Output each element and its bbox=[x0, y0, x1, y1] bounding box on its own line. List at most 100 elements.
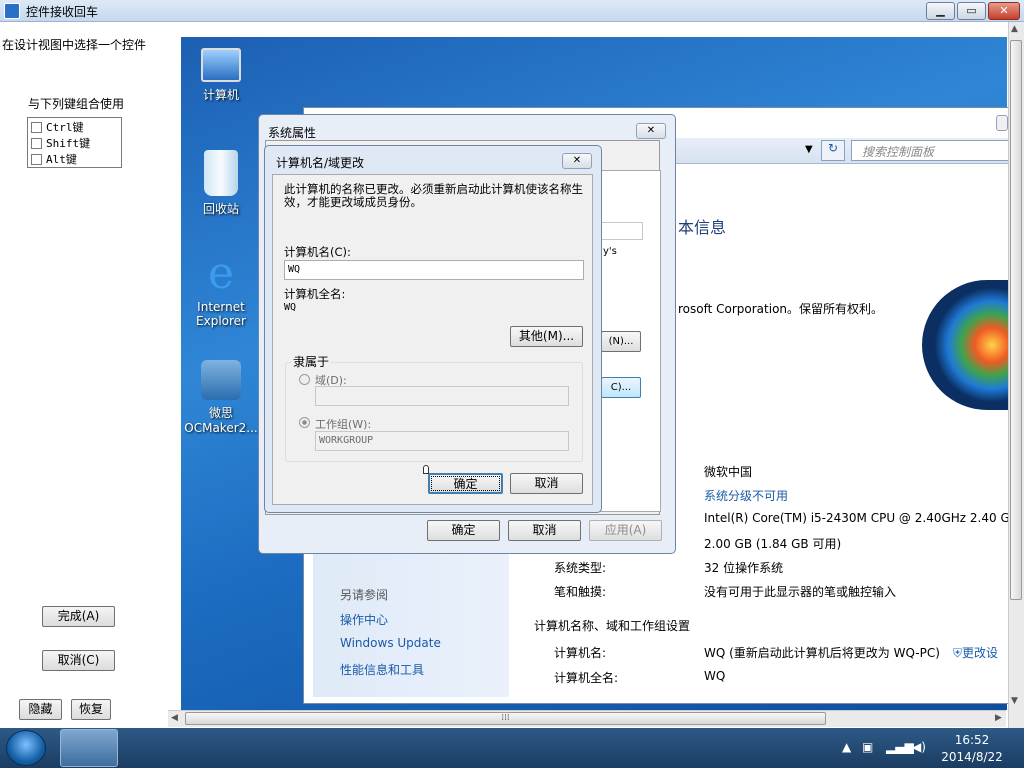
cn-close-icon[interactable]: ✕ bbox=[562, 153, 592, 169]
shift-label: Shift键 bbox=[46, 137, 91, 150]
cn-cancel-button[interactable]: 取消 bbox=[510, 473, 583, 494]
sys-cancel-button[interactable]: 取消 bbox=[508, 520, 581, 541]
full-computer-name-value: WQ bbox=[284, 302, 297, 313]
clock-date[interactable]: 2014/8/22 bbox=[936, 750, 1008, 764]
refresh-icon[interactable]: ↻ bbox=[821, 140, 845, 161]
system-type-value: 32 位操作系统 bbox=[704, 561, 784, 575]
scroll-right-icon[interactable]: ▶ bbox=[995, 713, 1002, 723]
window-title: 控件接收回车 bbox=[26, 5, 99, 19]
sys-change-button[interactable]: C)... bbox=[601, 377, 641, 398]
processor-value: Intel(R) Core(TM) i5-2430M CPU @ 2.40GHz… bbox=[704, 511, 1010, 525]
scroll-left-icon[interactable]: ◀ bbox=[171, 713, 178, 723]
link-action-center[interactable]: 操作中心 bbox=[340, 611, 388, 628]
shield-icon: ⛨ bbox=[953, 646, 963, 660]
rating-link[interactable]: 系统分级不可用 bbox=[704, 487, 788, 504]
domain-radio[interactable] bbox=[299, 374, 310, 385]
member-of-label: 隶属于 bbox=[291, 353, 332, 370]
full-computer-name-label: 计算机全名: bbox=[284, 287, 346, 301]
memory-value: 2.00 GB (1.84 GB 可用) bbox=[704, 537, 842, 551]
desktop-icon-ie[interactable]: e Internet Explorer bbox=[181, 248, 261, 329]
desktop-icon-recycle-bin[interactable]: 回收站 bbox=[181, 150, 261, 217]
desktop-icon-computer[interactable]: 计算机 bbox=[181, 48, 261, 103]
internet-explorer-icon: e bbox=[207, 248, 235, 299]
done-button[interactable]: 完成(A) bbox=[42, 606, 115, 627]
desktop-icon-label: Internet Explorer bbox=[196, 300, 246, 328]
computer-name-label: 计算机名: bbox=[554, 646, 607, 660]
sys-apply-button[interactable]: 应用(A) bbox=[589, 520, 662, 541]
cn-ok-button[interactable]: 确定 bbox=[428, 473, 503, 494]
clock-time[interactable]: 16:52 bbox=[944, 733, 1000, 747]
cp-heading: 本信息 bbox=[678, 218, 727, 237]
section-heading: 计算机名称、域和工作组设置 bbox=[534, 619, 691, 633]
cancel-button[interactable]: 取消(C) bbox=[42, 650, 115, 671]
recycle-bin-icon bbox=[204, 150, 238, 196]
computer-name-dialog-title: 计算机名/域更改 bbox=[276, 156, 365, 170]
computer-name-value: WQ (重新启动此计算机后将更改为 WQ-PC) bbox=[704, 646, 940, 660]
scroll-up-icon[interactable]: ▲ bbox=[1011, 24, 1018, 34]
tray-device-icon[interactable]: ▣ bbox=[862, 740, 873, 754]
sys-desc-field[interactable] bbox=[601, 222, 643, 240]
start-button[interactable] bbox=[6, 730, 46, 766]
sys-frag-text: y's bbox=[603, 246, 617, 257]
more-button[interactable]: 其他(M)... bbox=[510, 326, 583, 347]
hide-button[interactable]: 隐藏 bbox=[19, 699, 62, 720]
link-performance[interactable]: 性能信息和工具 bbox=[340, 661, 424, 678]
vscroll-thumb[interactable] bbox=[1010, 40, 1022, 600]
desktop-icon-label: 微思 OCMaker2... bbox=[184, 406, 258, 435]
window-titlebar bbox=[0, 0, 1024, 22]
copyright-text: rosoft Corporation。保留所有权利。 bbox=[678, 302, 884, 316]
restart-notice: 此计算机的名称已更改。必须重新启动此计算机使该名称生效，才能更改域成员身份。 bbox=[284, 182, 583, 209]
desktop-icon-ocmaker[interactable]: 微思 OCMaker2... bbox=[181, 360, 261, 435]
sys-network-id-button[interactable]: (N)... bbox=[601, 331, 641, 352]
sys-ok-button[interactable]: 确定 bbox=[427, 520, 500, 541]
workgroup-label: 工作组(W): bbox=[315, 418, 372, 431]
lock-icon bbox=[423, 465, 429, 474]
desktop-icon-label: 回收站 bbox=[202, 202, 239, 216]
alt-label: Alt键 bbox=[46, 153, 77, 166]
alt-option[interactable]: Alt键 bbox=[31, 151, 77, 167]
maximize-button[interactable]: ▭ bbox=[957, 2, 986, 20]
change-settings-label: 更改设 bbox=[962, 646, 999, 660]
close-button[interactable]: ✕ bbox=[988, 2, 1020, 20]
network-icon[interactable]: ▂▄▆ bbox=[886, 740, 914, 754]
full-name-value: WQ bbox=[704, 669, 726, 683]
scroll-thumb[interactable]: ⁞⁞⁞ bbox=[185, 712, 826, 725]
change-settings-link[interactable]: ⛨更改设 bbox=[953, 644, 998, 661]
hint-text: 在设计视图中选择一个控件 bbox=[2, 38, 147, 52]
alt-checkbox[interactable] bbox=[31, 153, 42, 165]
see-also-label: 另请参阅 bbox=[340, 588, 389, 602]
tray-expand-icon[interactable]: ▲ bbox=[842, 740, 851, 754]
cp-close-button[interactable] bbox=[996, 115, 1008, 131]
restore-button[interactable]: 恢复 bbox=[71, 699, 111, 720]
domain-input[interactable] bbox=[315, 386, 569, 406]
pen-touch-label: 笔和触摸: bbox=[554, 585, 607, 599]
volume-icon[interactable]: ◀) bbox=[912, 740, 926, 754]
workgroup-input[interactable]: WORKGROUP bbox=[315, 431, 569, 451]
shift-checkbox[interactable] bbox=[31, 137, 42, 149]
computer-icon bbox=[201, 48, 241, 82]
ctrl-label: Ctrl键 bbox=[46, 121, 84, 134]
taskbar-app-button[interactable] bbox=[60, 729, 118, 767]
combo-label: 与下列键组合使用 bbox=[28, 97, 125, 111]
sys-close-icon[interactable]: ✕ bbox=[636, 123, 666, 139]
manufacturer-value: 微软中国 bbox=[704, 465, 753, 479]
full-name-label: 计算机全名: bbox=[554, 671, 619, 685]
ocmaker-icon bbox=[201, 360, 241, 400]
minimize-button[interactable]: ▁ bbox=[926, 2, 955, 20]
ctrl-checkbox[interactable] bbox=[31, 121, 42, 133]
app-icon bbox=[4, 3, 20, 19]
desktop-icon-label: 计算机 bbox=[202, 88, 239, 102]
scroll-down-icon[interactable]: ▼ bbox=[1011, 696, 1018, 706]
workgroup-radio[interactable] bbox=[299, 417, 310, 428]
pen-touch-value: 没有可用于此显示器的笔或触控输入 bbox=[704, 585, 897, 599]
link-windows-update[interactable]: Windows Update bbox=[340, 636, 441, 650]
computer-name-input[interactable]: WQ bbox=[284, 260, 584, 280]
system-type-label: 系统类型: bbox=[554, 561, 607, 575]
chevron-down-icon[interactable]: ▼ bbox=[805, 144, 813, 155]
computer-name-field-label: 计算机名(C): bbox=[284, 245, 351, 259]
ctrl-option[interactable]: Ctrl键 bbox=[31, 119, 84, 135]
shift-option[interactable]: Shift键 bbox=[31, 135, 90, 151]
system-properties-title: 系统属性 bbox=[268, 126, 317, 140]
key-list: Ctrl键 Shift键 Alt键 bbox=[27, 117, 122, 168]
search-input[interactable]: 搜索控制面板 bbox=[851, 140, 1011, 161]
